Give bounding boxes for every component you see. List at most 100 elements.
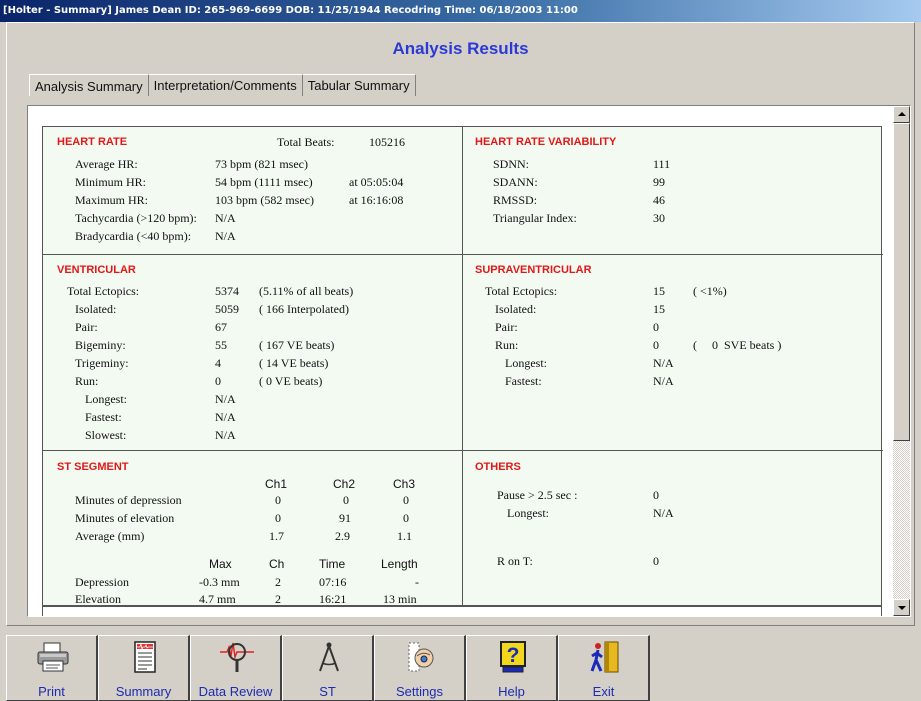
hr-row-label: Maximum HR: (75, 193, 149, 207)
settings-button[interactable]: Settings (374, 635, 466, 701)
st-detail-value: 2 (275, 592, 281, 606)
hrv-row-value: 30 (653, 211, 665, 225)
help-question-icon: ? (500, 641, 526, 673)
help-label: Help (498, 684, 525, 699)
others-row-value: 0 (653, 488, 659, 502)
ve-row-note: ( 166 Interpolated) (259, 302, 349, 316)
others-row-label: R on T: (497, 554, 533, 568)
hrv-row-label: SDNN: (493, 157, 530, 171)
next-report-edge (42, 606, 882, 616)
ve-row-note: (5.11% of all beats) (259, 284, 354, 298)
scroll-up-arrow-icon[interactable] (893, 106, 910, 123)
st-segment-title: ST SEGMENT (57, 461, 129, 473)
bottom-toolbar: Print Summary Data Review ST Settings ? … (6, 635, 921, 701)
st-channel-header: Ch3 (393, 477, 416, 491)
hr-row-value: N/A (215, 229, 236, 243)
st-row-value: 91 (339, 511, 351, 525)
ve-row-label: Longest: (85, 392, 127, 406)
sve-row-note: ( 0 SVE beats ) (693, 338, 782, 352)
ve-row-value: 55 (215, 338, 227, 352)
svg-text:?: ? (507, 644, 520, 667)
ve-row-label: Slowest: (85, 428, 127, 442)
hrv-row-label: RMSSD: (493, 193, 538, 207)
sve-row-note: ( <1%) (693, 284, 727, 298)
sve-row-value: 15 (653, 284, 665, 298)
settings-hand-icon (408, 642, 434, 672)
st-detail-value: 07:16 (319, 575, 347, 589)
st-detail-header: Time (319, 557, 346, 571)
tab-analysis-summary[interactable]: Analysis Summary (29, 74, 149, 96)
st-row-value: 0 (403, 493, 409, 507)
hr-row-value: 54 bpm (1111 msec) (215, 175, 313, 189)
others-section: OTHERS Pause > 2.5 sec : 0 Longest: N/A … (463, 451, 883, 607)
total-beats-label: Total Beats: (277, 135, 335, 149)
hr-row-value: N/A (215, 211, 236, 225)
st-label: ST (319, 684, 336, 699)
hr-row-time: at 16:16:08 (349, 193, 404, 207)
hrv-row-value: 99 (653, 175, 665, 189)
print-button[interactable]: Print (6, 635, 98, 701)
others-row-value: N/A (653, 506, 674, 520)
sve-row-label: Fastest: (505, 374, 542, 388)
hrv-row-label: Triangular Index: (493, 211, 577, 225)
st-row-value: 2.9 (335, 529, 350, 543)
others-row-label: Pause > 2.5 sec : (497, 488, 578, 502)
tab-interpretation-comments[interactable]: Interpretation/Comments (148, 74, 303, 96)
others-row-label: Longest: (507, 506, 549, 520)
compass-icon (319, 642, 339, 672)
ve-row-label: Isolated: (75, 302, 117, 316)
st-row-value: 1.7 (269, 529, 284, 543)
st-detail-value: -0.3 mm (199, 575, 240, 589)
st-button[interactable]: ST (282, 635, 374, 701)
data-review-button[interactable]: Data Review (190, 635, 282, 701)
supraventricular-title: SUPRAVENTRICULAR (475, 264, 592, 276)
ve-row-note: ( 0 VE beats) (259, 374, 323, 388)
st-detail-value: 2 (275, 575, 281, 589)
ve-row-value: 67 (215, 320, 227, 334)
scrollbar-thumb[interactable] (893, 123, 910, 441)
summary-report-icon (134, 641, 156, 673)
sve-row-value: N/A (653, 374, 674, 388)
heart-rate-title: HEART RATE (57, 136, 128, 148)
summary-button[interactable]: Summary (98, 635, 190, 701)
others-row-value: 0 (653, 554, 659, 568)
st-row-value: 1.1 (397, 529, 412, 543)
heart-rate-section: HEART RATE Total Beats: 105216 Average H… (43, 127, 463, 255)
ve-row-value: 5374 (215, 284, 239, 298)
ve-row-value: 4 (215, 356, 221, 370)
st-row-label: Minutes of elevation (75, 511, 175, 525)
exit-button[interactable]: Exit (558, 635, 650, 701)
st-row-label: Average (mm) (75, 529, 145, 543)
st-detail-label: Elevation (75, 592, 121, 606)
tab-tabular-summary[interactable]: Tabular Summary (302, 74, 416, 96)
hr-row-value: 73 bpm (821 msec) (215, 157, 308, 171)
sve-row-label: Pair: (495, 320, 518, 334)
summary-content-area: HEART RATE Total Beats: 105216 Average H… (27, 105, 911, 617)
help-button[interactable]: ? Help (466, 635, 558, 701)
hr-row-label: Average HR: (75, 157, 138, 171)
ve-row-label: Pair: (75, 320, 98, 334)
ventricular-section: VENTRICULAR Total Ectopics: 5374 (5.11% … (43, 255, 463, 451)
st-detail-value: - (415, 575, 419, 589)
ve-row-value: 5059 (215, 302, 239, 316)
sve-row-value: 15 (653, 302, 665, 316)
summary-label: Summary (115, 684, 172, 699)
total-beats-value: 105216 (369, 135, 405, 149)
st-detail-value: 13 min (383, 592, 417, 606)
ve-row-label: Fastest: (85, 410, 122, 424)
st-row-value: 0 (275, 493, 281, 507)
tab-bar: Analysis Summary Interpretation/Comments… (29, 74, 416, 96)
st-detail-value: 4.7 mm (199, 592, 236, 606)
printer-icon (37, 642, 69, 672)
hrv-row-value: 46 (653, 193, 665, 207)
st-segment-section: ST SEGMENT Ch1 Ch2 Ch3 Minutes of depres… (43, 451, 463, 607)
ve-row-value: 0 (215, 374, 221, 388)
scroll-down-arrow-icon[interactable] (893, 599, 910, 616)
sve-row-label: Isolated: (495, 302, 537, 316)
st-row-value: 0 (275, 511, 281, 525)
vertical-scrollbar[interactable] (893, 106, 910, 616)
st-row-label: Minutes of depression (75, 493, 182, 507)
hr-row-label: Minimum HR: (75, 175, 147, 189)
sve-row-value: N/A (653, 356, 674, 370)
hrv-row-label: SDANN: (493, 175, 538, 189)
